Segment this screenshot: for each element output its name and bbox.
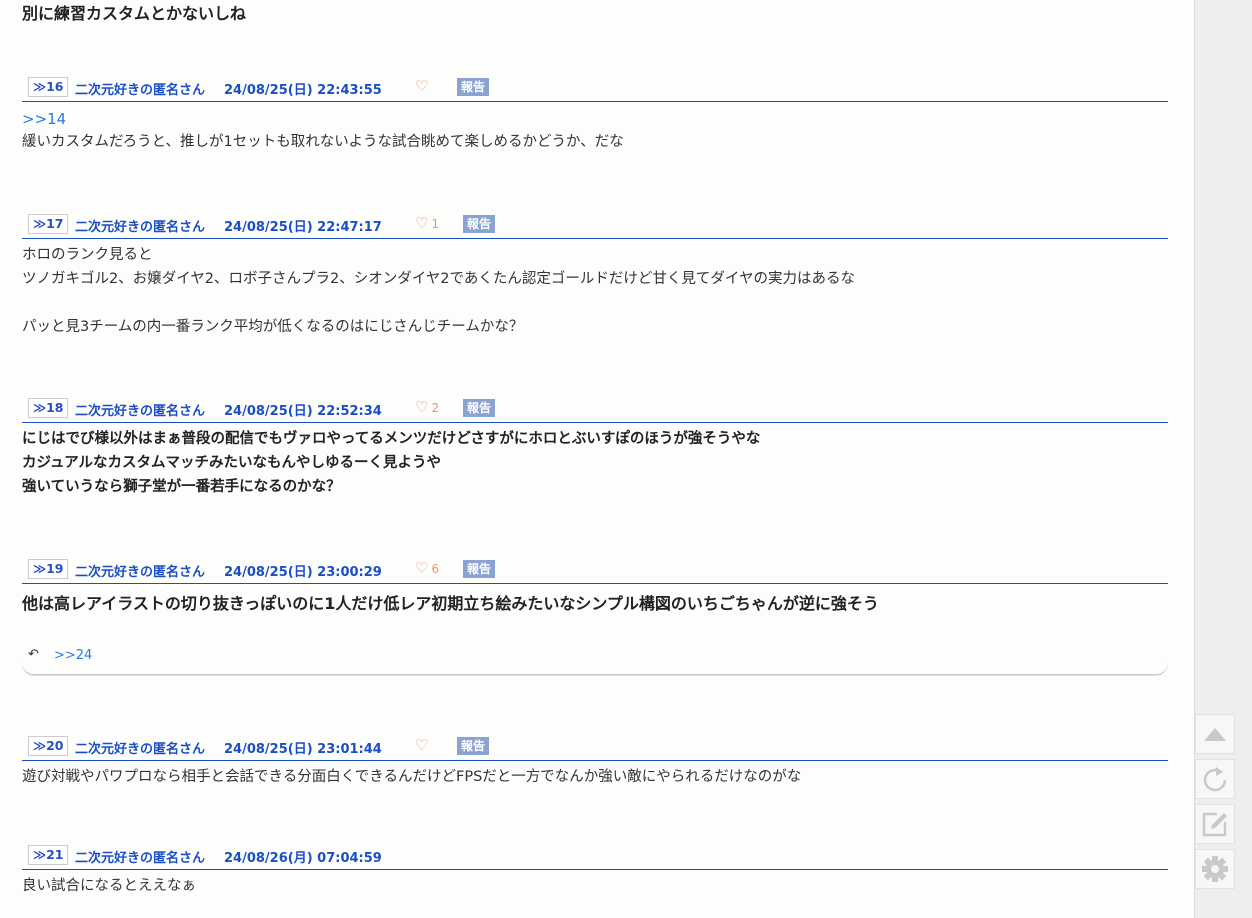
post-header: ≫20 二次元好きの匿名さん 24/08/25(日) 23:01:44 ♡ 報告 bbox=[22, 734, 1168, 761]
post-header: ≫16 二次元好きの匿名さん 24/08/25(日) 22:43:55 ♡ 報告 bbox=[22, 75, 1168, 102]
like-button[interactable]: ♡ bbox=[415, 736, 428, 754]
reply-anchor-link[interactable]: >>14 bbox=[22, 108, 1168, 130]
report-button[interactable]: 報告 bbox=[463, 560, 496, 578]
triangle-up-icon bbox=[1204, 728, 1226, 741]
like-button[interactable]: ♡ 2 bbox=[415, 398, 439, 416]
heart-icon: ♡ bbox=[415, 77, 429, 95]
heart-icon: ♡ bbox=[415, 736, 429, 754]
report-button[interactable]: 報告 bbox=[457, 737, 490, 755]
post: ≫19 二次元好きの匿名さん 24/08/25(日) 23:00:29 ♡ 6 報告他は高… bbox=[22, 557, 1168, 675]
post-body: 遊び対戦やパワプロなら相手と会話できる分面白くできるんだけどFPSだと一方でなん… bbox=[22, 769, 802, 785]
heart-icon: ♡ bbox=[415, 559, 429, 577]
post-date: 24/08/25(日) 22:52:34 bbox=[224, 404, 382, 419]
post-header: ≫19 二次元好きの匿名さん 24/08/25(日) 23:00:29 ♡ 6 報告 bbox=[22, 557, 1168, 584]
post-header: ≫17 二次元好きの匿名さん 24/08/25(日) 22:47:17 ♡ 1 報告 bbox=[22, 212, 1168, 239]
report-button[interactable]: 報告 bbox=[457, 78, 490, 96]
post-date: 24/08/25(日) 23:01:44 bbox=[224, 742, 382, 757]
post-body: 良い試合になるとええなぁ bbox=[22, 878, 196, 894]
edit-icon bbox=[1202, 812, 1227, 837]
reply-arrow-icon: ↶ bbox=[28, 647, 39, 662]
reply-link[interactable]: >>24 bbox=[54, 648, 92, 663]
poster-name: 二次元好きの匿名さん bbox=[75, 742, 206, 757]
thread-content: 別に練習カスタムとかないしね ≫16 二次元好きの匿名さん 24/08/25(日) … bbox=[0, 0, 1194, 918]
post-number-link[interactable]: ≫17 bbox=[28, 214, 69, 234]
post-body: にじはでび様以外はまぁ普段の配信でもヴァロやってるメンツだけどさすがにホロとぶい… bbox=[22, 431, 761, 495]
scroll-top-button[interactable] bbox=[1195, 714, 1235, 754]
poster-name: 二次元好きの匿名さん bbox=[75, 83, 206, 98]
like-count: 2 bbox=[431, 401, 440, 415]
post-header: ≫21 二次元好きの匿名さん 24/08/26(月) 07:04:59 bbox=[22, 843, 1168, 870]
post-body: ホロのランク見ると ツノガキゴル2、お嬢ダイヤ2、ロボ子さんプラ2、シオンダイヤ… bbox=[22, 247, 855, 335]
post-number-link[interactable]: ≫19 bbox=[28, 559, 69, 579]
post-number-link[interactable]: ≫20 bbox=[28, 736, 69, 756]
like-count: 1 bbox=[431, 217, 440, 231]
reload-button[interactable] bbox=[1195, 759, 1235, 799]
post-body: 緩いカスタムだろうと、推しが1セットも取れないような試合眺めて楽しめるかどうか、… bbox=[22, 134, 624, 150]
heart-icon: ♡ bbox=[415, 398, 429, 416]
post-date: 24/08/25(日) 22:47:17 bbox=[224, 220, 382, 235]
previous-post-text: 別に練習カスタムとかないしね bbox=[22, 4, 247, 23]
post-date: 24/08/25(日) 23:00:29 bbox=[224, 565, 382, 580]
post-number-link[interactable]: ≫21 bbox=[28, 845, 69, 865]
like-button[interactable]: ♡ 1 bbox=[415, 214, 439, 232]
report-button[interactable]: 報告 bbox=[463, 399, 496, 417]
poster-name: 二次元好きの匿名さん bbox=[75, 565, 206, 580]
like-button[interactable]: ♡ 6 bbox=[415, 559, 439, 577]
like-button[interactable]: ♡ bbox=[415, 77, 428, 95]
settings-button[interactable] bbox=[1195, 849, 1235, 889]
post: ≫17 二次元好きの匿名さん 24/08/25(日) 22:47:17 ♡ 1 報告ホロの… bbox=[22, 212, 1168, 339]
post-number-link[interactable]: ≫16 bbox=[28, 77, 69, 97]
floating-toolbar bbox=[1194, 0, 1252, 918]
post-number-link[interactable]: ≫18 bbox=[28, 398, 69, 418]
poster-name: 二次元好きの匿名さん bbox=[75, 851, 206, 866]
poster-name: 二次元好きの匿名さん bbox=[75, 220, 206, 235]
post-date: 24/08/25(日) 22:43:55 bbox=[224, 83, 382, 98]
poster-name: 二次元好きの匿名さん bbox=[75, 404, 206, 419]
post: ≫21 二次元好きの匿名さん 24/08/26(月) 07:04:59 良い試合になる… bbox=[22, 843, 1168, 898]
post-body: 他は高レアイラストの切り抜きっぽいのに1人だけ低レア初期立ち絵みたいなシンプル構… bbox=[22, 594, 879, 613]
replies-bar: ↶ >>24 bbox=[22, 644, 1168, 675]
post: ≫16 二次元好きの匿名さん 24/08/25(日) 22:43:55 ♡ 報告 >>14… bbox=[22, 75, 1168, 154]
write-button[interactable] bbox=[1195, 804, 1235, 844]
report-button[interactable]: 報告 bbox=[463, 215, 496, 233]
gear-icon bbox=[1202, 856, 1228, 882]
like-count: 6 bbox=[431, 562, 440, 576]
post-header: ≫18 二次元好きの匿名さん 24/08/25(日) 22:52:34 ♡ 2 報告 bbox=[22, 396, 1168, 423]
post: ≫18 二次元好きの匿名さん 24/08/25(日) 22:52:34 ♡ 2 報告にじは… bbox=[22, 396, 1168, 499]
post: ≫20 二次元好きの匿名さん 24/08/25(日) 23:01:44 ♡ 報告遊び対戦… bbox=[22, 734, 1168, 789]
post-date: 24/08/26(月) 07:04:59 bbox=[224, 851, 382, 866]
reload-icon bbox=[1203, 767, 1227, 792]
heart-icon: ♡ bbox=[415, 214, 429, 232]
